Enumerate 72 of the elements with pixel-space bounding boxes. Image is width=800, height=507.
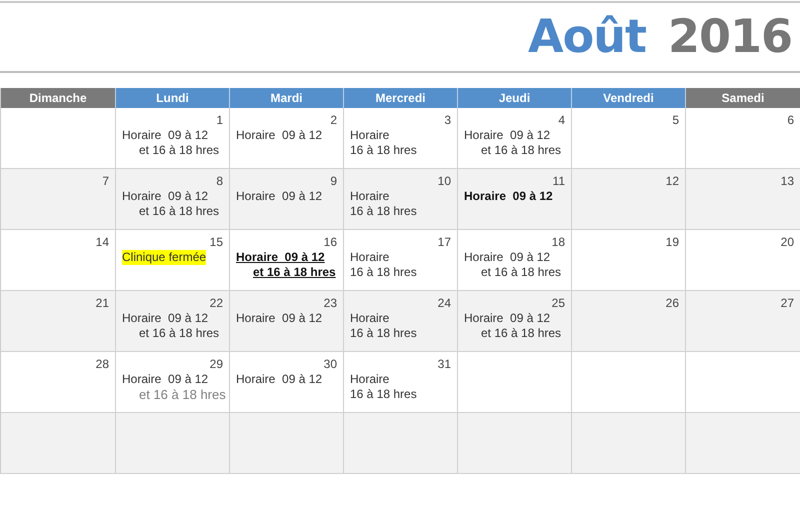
day-number: 30 [324,357,337,372]
day-number: 3 [444,113,451,128]
schedule-text: Horaire 09 à 12 [464,311,550,326]
weekday-header: Dimanche [1,88,116,108]
weekday-header: Jeudi [458,88,572,108]
day-number: 22 [210,296,223,311]
schedule-text: Horaire [350,311,390,326]
schedule-text: et 16 à 18 hres [481,326,562,341]
schedule-text: et 16 à 18 hres [139,387,226,402]
schedule-text: et 16 à 18 hres [253,265,336,280]
day-number: 27 [780,296,794,311]
weekday-header: Samedi [686,88,800,108]
schedule-text: Horaire 09 à 12 [464,250,550,265]
schedule-text: Horaire 09 à 12 [236,250,325,265]
day-number: 31 [438,357,451,372]
schedule-text: Horaire 09 à 12 [122,311,208,326]
day-number: 11 [552,174,565,189]
day-number: 19 [666,235,679,250]
schedule-text: Horaire 09 à 12 [236,372,322,387]
schedule-text: et 16 à 18 hres [139,204,220,219]
day-number: 4 [558,113,565,128]
day-number: 17 [438,235,451,250]
schedule-text: et 16 à 18 hres [139,143,220,158]
schedule-text: 16 à 18 hres [350,387,417,402]
schedule-text: Horaire 09 à 12 [464,128,550,143]
schedule-text: Horaire 09 à 12 [236,311,322,326]
day-number: 1 [216,113,223,128]
schedule-text: Horaire 09 à 12 [236,128,322,143]
year-title: 2016 [668,8,792,65]
month-title: Août [528,8,646,65]
day-number: 20 [780,235,794,250]
schedule-text: Horaire 09 à 12 [464,189,553,204]
day-number: 28 [96,357,109,372]
schedule-text: Horaire [350,250,390,265]
weekday-header: Mercredi [344,88,458,108]
day-number: 23 [324,296,337,311]
day-number: 13 [780,174,794,189]
day-number: 21 [96,296,109,311]
day-number: 15 [210,235,223,250]
schedule-text: et 16 à 18 hres [481,265,562,280]
schedule-text: 16 à 18 hres [350,204,417,219]
day-number: 2 [330,113,337,128]
highlighted-note: Clinique fermée [122,250,206,265]
weekday-header: Vendredi [572,88,686,108]
day-number: 26 [666,296,679,311]
schedule-text: et 16 à 18 hres [139,326,220,341]
schedule-text: Horaire 09 à 12 [122,189,208,204]
day-number: 8 [216,174,223,189]
day-number: 24 [438,296,451,311]
day-number: 14 [96,235,109,250]
day-number: 29 [210,357,223,372]
schedule-text: Horaire [350,128,390,143]
weekday-header: Mardi [230,88,344,108]
weekday-header: Lundi [116,88,230,108]
day-number: 25 [552,296,565,311]
day-number: 6 [787,113,794,128]
schedule-text: Horaire 09 à 12 [122,128,208,143]
day-number: 10 [438,174,451,189]
day-number: 9 [330,174,337,189]
day-number: 5 [672,113,679,128]
day-number: 7 [102,174,109,189]
schedule-text: et 16 à 18 hres [481,143,562,158]
schedule-text: 16 à 18 hres [350,143,417,158]
schedule-text: 16 à 18 hres [350,326,417,341]
day-number: 12 [666,174,679,189]
day-number: 18 [552,235,565,250]
schedule-text: Horaire 09 à 12 [236,189,322,204]
schedule-text: Horaire [350,372,390,387]
schedule-text: 16 à 18 hres [350,265,417,280]
day-number: 16 [324,235,337,250]
schedule-text: Horaire [350,189,390,204]
schedule-text: Horaire 09 à 12 [122,372,208,387]
